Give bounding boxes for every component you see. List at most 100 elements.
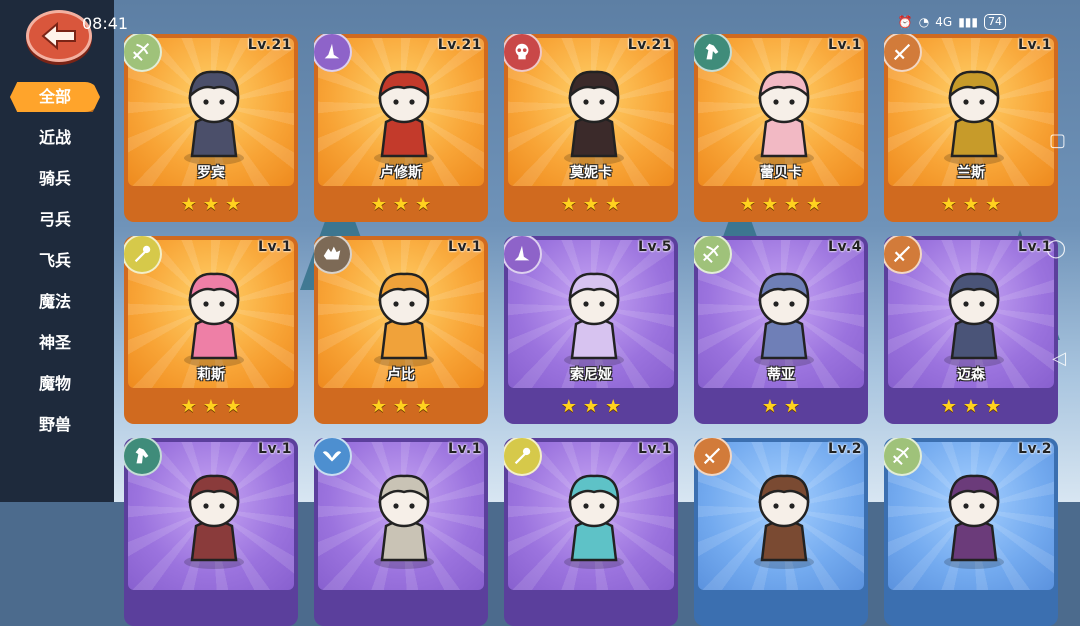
hero-portrait xyxy=(754,272,814,367)
hero-star-rating: ★ ★ ★ xyxy=(124,194,298,215)
sidebar-item-4[interactable]: 飞兵 xyxy=(10,246,100,276)
hero-card[interactable]: Lv.1 xyxy=(124,438,298,626)
hero-name: 索尼娅 xyxy=(570,367,612,383)
hero-name: 罗宾 xyxy=(197,165,225,181)
hero-name: 迈森 xyxy=(957,367,985,383)
hero-name: 莫妮卡 xyxy=(570,165,612,181)
hero-level: Lv.4 xyxy=(828,239,862,255)
hero-card[interactable]: Lv.1 xyxy=(504,438,678,626)
sidebar-item-1[interactable]: 近战 xyxy=(10,123,100,153)
star-icon: ★ xyxy=(985,396,1002,417)
hero-name: 兰斯 xyxy=(957,165,985,181)
hero-card[interactable]: Lv.2 xyxy=(694,438,868,626)
wifi-icon: ◔ xyxy=(918,15,930,29)
sidebar-item-6[interactable]: 神圣 xyxy=(10,328,100,358)
hero-portrait xyxy=(184,272,244,367)
network-label: 4G xyxy=(935,15,953,29)
hero-portrait xyxy=(184,474,244,569)
star-icon: ★ xyxy=(560,396,577,417)
hero-star-rating: ★ ★ ★ xyxy=(884,194,1058,215)
hero-level: Lv.5 xyxy=(638,239,672,255)
hero-star-rating: ★ ★ ★ xyxy=(884,396,1058,417)
hero-name: 卢修斯 xyxy=(380,165,422,181)
hero-portrait xyxy=(944,70,1004,165)
star-icon: ★ xyxy=(180,396,197,417)
hero-level: Lv.1 xyxy=(638,441,672,457)
signal-icon: ▮▮▮ xyxy=(958,15,978,29)
sidebar-item-3[interactable]: 弓兵 xyxy=(10,205,100,235)
star-icon: ★ xyxy=(180,194,197,215)
hero-card[interactable]: Lv.5 索尼娅 ★ ★ ★ xyxy=(504,236,678,424)
star-icon: ★ xyxy=(940,396,957,417)
hero-card[interactable]: Lv.1 卢比 ★ ★ ★ xyxy=(314,236,488,424)
star-icon: ★ xyxy=(605,194,622,215)
star-icon: ★ xyxy=(582,194,600,215)
hero-portrait xyxy=(184,70,244,165)
sidebar-item-2[interactable]: 骑兵 xyxy=(10,164,100,194)
star-icon: ★ xyxy=(202,396,220,417)
hero-level: Lv.2 xyxy=(828,441,862,457)
nav-square-icon[interactable]: ▢ xyxy=(1049,130,1066,151)
hero-card[interactable]: Lv.21 卢修斯 ★ ★ ★ xyxy=(314,34,488,222)
hero-level: Lv.1 xyxy=(258,441,292,457)
sidebar-item-7[interactable]: 魔物 xyxy=(10,369,100,399)
star-icon: ★ xyxy=(761,396,778,417)
hero-portrait xyxy=(374,70,434,165)
hero-name: 莉斯 xyxy=(197,367,225,383)
hero-portrait xyxy=(564,272,624,367)
hero-portrait xyxy=(564,474,624,569)
back-arrow-icon xyxy=(41,21,76,51)
hero-card[interactable]: Lv.1 蕾贝卡 ★ ★ ★ ★ xyxy=(694,34,868,222)
hero-level: Lv.21 xyxy=(437,37,482,53)
hero-grid: Lv.21 罗宾 ★ ★ ★ Lv.21 卢修斯 ★ ★ ★ Lv.21 莫妮卡 ★ ★ ★ Lv.1 蕾贝卡 ★… xyxy=(124,34,1058,626)
hero-name: 蕾贝卡 xyxy=(760,165,802,181)
hero-card[interactable]: Lv.21 莫妮卡 ★ ★ ★ xyxy=(504,34,678,222)
star-icon: ★ xyxy=(560,194,577,215)
hero-card[interactable]: Lv.4 蒂亚 ★ ★ xyxy=(694,236,868,424)
star-icon: ★ xyxy=(392,396,410,417)
sidebar-item-0[interactable]: 全部 xyxy=(10,82,100,112)
hero-star-rating: ★ ★ ★ xyxy=(314,194,488,215)
star-icon: ★ xyxy=(962,194,980,215)
alarm-icon: ⏰ xyxy=(897,15,913,29)
hero-card[interactable]: Lv.21 罗宾 ★ ★ ★ xyxy=(124,34,298,222)
hero-card[interactable]: Lv.1 迈森 ★ ★ ★ xyxy=(884,236,1058,424)
sidebar-item-8[interactable]: 野兽 xyxy=(10,410,100,440)
hero-portrait xyxy=(754,474,814,569)
hero-name: 卢比 xyxy=(387,367,415,383)
hero-star-rating: ★ ★ ★ xyxy=(504,396,678,417)
star-icon: ★ xyxy=(225,194,242,215)
hero-star-rating: ★ ★ ★ xyxy=(314,396,488,417)
star-icon: ★ xyxy=(225,396,242,417)
hero-level: Lv.21 xyxy=(247,37,292,53)
status-icons: ⏰ ◔ 4G ▮▮▮ 74 xyxy=(898,14,1006,30)
hero-level: Lv.1 xyxy=(1018,239,1052,255)
star-icon: ★ xyxy=(415,396,432,417)
hero-portrait xyxy=(374,272,434,367)
star-icon: ★ xyxy=(370,194,387,215)
hero-star-rating: ★ ★ ★ xyxy=(504,194,678,215)
hero-star-rating: ★ ★ xyxy=(694,396,868,417)
star-icon: ★ xyxy=(582,396,600,417)
star-icon: ★ xyxy=(605,396,622,417)
star-icon: ★ xyxy=(784,396,801,417)
star-icon: ★ xyxy=(962,396,980,417)
hero-level: Lv.1 xyxy=(448,441,482,457)
hero-star-rating: ★ ★ ★ xyxy=(124,396,298,417)
hero-level: Lv.21 xyxy=(627,37,672,53)
hero-card[interactable]: Lv.1 兰斯 ★ ★ ★ xyxy=(884,34,1058,222)
star-icon: ★ xyxy=(739,194,756,215)
hero-card[interactable]: Lv.1 xyxy=(314,438,488,626)
hero-level: Lv.1 xyxy=(258,239,292,255)
star-icon: ★ xyxy=(940,194,957,215)
hero-star-rating: ★ ★ ★ ★ xyxy=(694,194,868,215)
battery-indicator: 74 xyxy=(984,14,1006,30)
hero-level: Lv.1 xyxy=(828,37,862,53)
hero-portrait xyxy=(564,70,624,165)
sidebar-item-5[interactable]: 魔法 xyxy=(10,287,100,317)
star-icon: ★ xyxy=(370,396,387,417)
hero-card[interactable]: Lv.1 莉斯 ★ ★ ★ xyxy=(124,236,298,424)
hero-card[interactable]: Lv.2 xyxy=(884,438,1058,626)
category-sidebar: 全部近战骑兵弓兵飞兵魔法神圣魔物野兽 xyxy=(0,0,114,502)
star-icon: ★ xyxy=(985,194,1002,215)
